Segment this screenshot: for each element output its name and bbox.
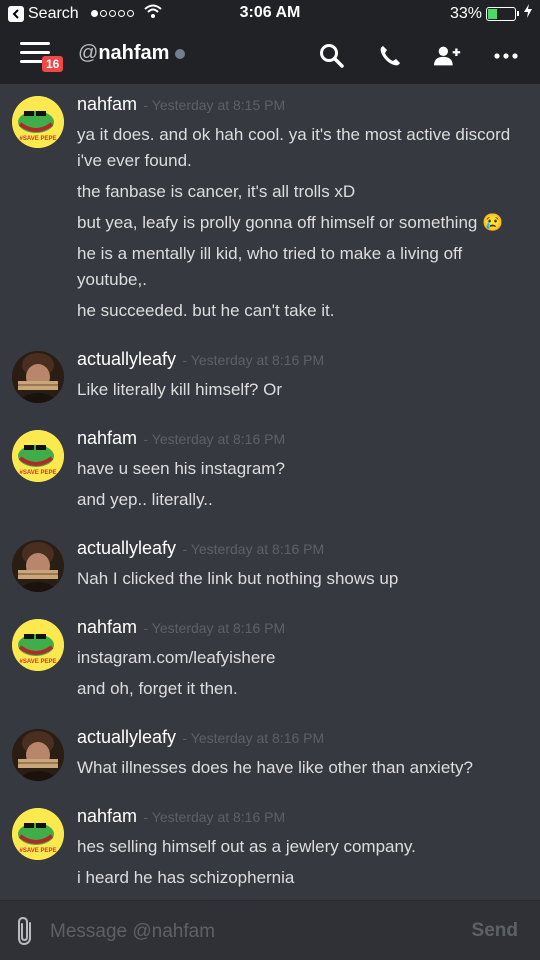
message-text: instagram.com/leafyishere — [77, 648, 276, 667]
message-text: Nah I clicked the link but nothing shows… — [77, 569, 399, 588]
unread-badge: 16 — [42, 56, 64, 72]
presence-indicator — [175, 48, 186, 59]
paperclip-icon[interactable] — [14, 915, 36, 951]
search-icon[interactable] — [318, 42, 346, 70]
message-author[interactable]: nahfam — [77, 428, 137, 448]
message-header: nahfam - Yesterday at 8:15 PM — [77, 91, 520, 117]
pepe-avatar[interactable]: #SAVE PEPE — [12, 808, 64, 860]
message-timestamp: - Yesterday at 8:16 PM — [143, 431, 286, 447]
message-input[interactable] — [50, 915, 430, 949]
battery-status: 33% — [450, 4, 532, 23]
message-group: actuallyleafy - Yesterday at 8:16 PM Like… — [0, 346, 540, 403]
message-text: hes selling himself out as a jewlery com… — [77, 837, 416, 856]
message-text: he succeeded. but he can't take it. — [77, 301, 335, 320]
message-author[interactable]: nahfam — [77, 94, 137, 114]
message-timestamp: - Yesterday at 8:16 PM — [143, 620, 286, 636]
message-timestamp: - Yesterday at 8:16 PM — [182, 352, 325, 368]
message-composer: Send — [0, 900, 540, 960]
message-text: ya it does. and ok hah cool. ya it's the… — [77, 125, 511, 170]
message-text: but yea, leafy is prolly gonna off himse… — [77, 213, 504, 232]
message-text: and yep.. literally.. — [77, 490, 213, 509]
message-text: i heard he has schizophernia — [77, 868, 295, 887]
leafy-avatar[interactable] — [12, 729, 64, 781]
message-author[interactable]: actuallyleafy — [77, 727, 176, 747]
chat-header: 16 @nahfam — [0, 28, 540, 84]
send-button[interactable]: Send — [472, 920, 518, 942]
message-author[interactable]: nahfam — [77, 806, 137, 826]
save-pepe-label: #SAVE PEPE — [20, 470, 57, 476]
message-header: actuallyleafy - Yesterday at 8:16 PM — [77, 724, 520, 750]
dm-name: nahfam — [98, 42, 170, 64]
status-bar: Search 3:06 AM 33% — [0, 0, 540, 28]
message-author[interactable]: actuallyleafy — [77, 538, 176, 558]
message-text: have u seen his instagram? — [77, 459, 285, 478]
message-group: #SAVE PEPE nahfam - Yesterday at 8:15 PM… — [0, 91, 540, 324]
save-pepe-label: #SAVE PEPE — [20, 659, 57, 665]
battery-percent: 33% — [449, 4, 482, 22]
message-header: nahfam - Yesterday at 8:16 PM — [77, 803, 520, 829]
pepe-avatar[interactable]: #SAVE PEPE — [12, 619, 64, 671]
save-pepe-label: #SAVE PEPE — [20, 136, 57, 142]
message-header: nahfam - Yesterday at 8:16 PM — [77, 425, 520, 451]
message-author[interactable]: actuallyleafy — [77, 349, 176, 369]
menu-button[interactable]: 16 — [20, 42, 64, 74]
message-timestamp: - Yesterday at 8:16 PM — [182, 541, 325, 557]
phone-icon[interactable] — [376, 42, 404, 70]
message-text: Like literally kill himself? Or — [77, 380, 282, 399]
message-group: #SAVE PEPE nahfam - Yesterday at 8:16 PM… — [0, 425, 540, 513]
leafy-avatar[interactable] — [12, 351, 64, 403]
message-author[interactable]: nahfam — [77, 617, 137, 637]
save-pepe-label: #SAVE PEPE — [20, 848, 57, 854]
pepe-avatar[interactable]: #SAVE PEPE — [12, 96, 64, 148]
message-group: #SAVE PEPE nahfam - Yesterday at 8:16 PM… — [0, 614, 540, 702]
message-timestamp: - Yesterday at 8:15 PM — [143, 97, 286, 113]
message-timestamp: - Yesterday at 8:16 PM — [182, 730, 325, 746]
message-header: actuallyleafy - Yesterday at 8:16 PM — [77, 535, 520, 561]
more-icon[interactable] — [492, 42, 520, 70]
message-group: #SAVE PEPE nahfam - Yesterday at 8:16 PM… — [0, 803, 540, 891]
add-friend-icon[interactable] — [434, 42, 462, 70]
message-text: he is a mentally ill kid, who tried to m… — [77, 244, 463, 289]
message-header: nahfam - Yesterday at 8:16 PM — [77, 614, 520, 640]
battery-icon — [486, 6, 519, 21]
dm-title: @nahfam — [78, 42, 186, 65]
message-group: actuallyleafy - Yesterday at 8:16 PM Nah … — [0, 535, 540, 592]
message-text: the fanbase is cancer, it's all trolls x… — [77, 182, 356, 201]
message-text: and oh, forget it then. — [77, 679, 238, 698]
charging-icon — [524, 4, 532, 23]
message-timestamp: - Yesterday at 8:16 PM — [143, 809, 286, 825]
leafy-avatar[interactable] — [12, 540, 64, 592]
menu-icon — [20, 42, 50, 45]
message-header: actuallyleafy - Yesterday at 8:16 PM — [77, 346, 520, 372]
pepe-avatar[interactable]: #SAVE PEPE — [12, 430, 64, 482]
message-group: actuallyleafy - Yesterday at 8:16 PM What… — [0, 724, 540, 781]
message-text: What illnesses does he have like other t… — [77, 758, 473, 777]
message-list[interactable]: #SAVE PEPE nahfam - Yesterday at 8:15 PM… — [0, 84, 540, 900]
